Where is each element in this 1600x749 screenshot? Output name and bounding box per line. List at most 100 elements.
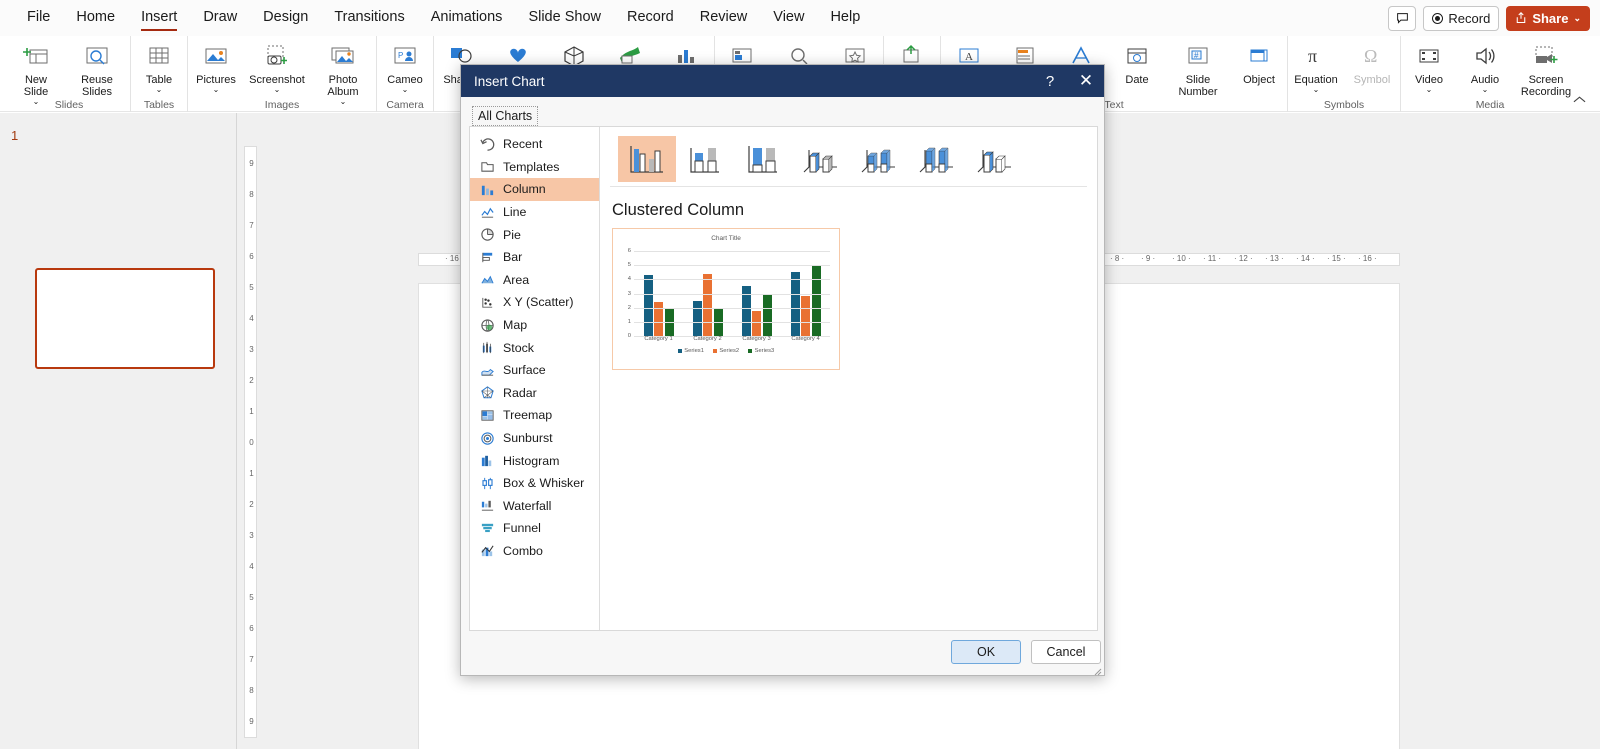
chevron-down-icon[interactable]: ⌄	[1313, 86, 1320, 94]
chevron-down-icon: ⌄	[1573, 13, 1581, 23]
ribbon-group-images: Pictures ⌄ Screenshot ⌄ Photo Album ⌄ Images	[187, 36, 376, 112]
chart-x-tick-label: Category 1	[644, 336, 673, 342]
horizontal-ruler-tick: · 16 ·	[1358, 254, 1377, 263]
chart-gridline	[634, 251, 830, 252]
horizontal-ruler-tick: · 15 ·	[1327, 254, 1346, 263]
chart-category-pie[interactable]: Pie	[470, 223, 599, 246]
chart-category-recent[interactable]: Recent	[470, 133, 599, 156]
vertical-ruler-tick: 1	[249, 407, 254, 416]
resize-grip[interactable]	[1092, 663, 1102, 676]
chart-category-box-whisker[interactable]: Box & Whisker	[470, 472, 599, 495]
chevron-down-icon[interactable]: ⌄	[274, 86, 281, 94]
ribbon-button-label: New Slide	[23, 74, 49, 98]
vertical-ruler-tick: 6	[249, 624, 254, 633]
ribbon-group-label: Images	[264, 99, 300, 111]
chart-category-radar[interactable]: Radar	[470, 382, 599, 405]
chart-category-label: Box & Whisker	[503, 476, 585, 491]
chart-category-stock[interactable]: Stock	[470, 336, 599, 359]
chart-subtype-3d-stacked-column[interactable]	[850, 136, 908, 182]
date-time-icon	[1124, 41, 1150, 71]
ribbon-tab-transitions[interactable]: Transitions	[321, 3, 417, 33]
ribbon-tab-home[interactable]: Home	[63, 3, 128, 33]
ribbon-tab-review[interactable]: Review	[687, 3, 761, 33]
slide-thumbnail-1[interactable]	[35, 268, 215, 369]
horizontal-ruler-tick: · 10 ·	[1172, 254, 1191, 263]
chart-category-combo[interactable]: Combo	[470, 540, 599, 563]
chart-bar	[703, 273, 712, 336]
help-button[interactable]: ?	[1032, 65, 1068, 97]
chart-subtype-clustered-column[interactable]	[618, 135, 676, 182]
ribbon-tab-draw[interactable]: Draw	[190, 3, 250, 33]
chart-category-bar[interactable]: Bar	[470, 246, 599, 269]
chart-category-sunburst[interactable]: Sunburst	[470, 427, 599, 450]
chart-category-line[interactable]: Line	[470, 201, 599, 224]
radar-chart-icon	[480, 385, 495, 400]
chart-subtype-strip[interactable]	[610, 131, 1087, 187]
record-button[interactable]: Record	[1423, 5, 1500, 31]
chart-category-label: Line	[503, 205, 527, 220]
ribbon-tab-design[interactable]: Design	[250, 3, 321, 33]
chart-legend-entry: Series3	[748, 348, 774, 354]
chart-y-tick-label: 0	[627, 333, 631, 339]
chart-subtype-100-percent-stacked-column[interactable]	[734, 136, 792, 182]
chart-category-treemap[interactable]: Treemap	[470, 404, 599, 427]
chart-category-funnel[interactable]: Funnel	[470, 517, 599, 540]
chevron-down-icon[interactable]: ⌄	[1426, 86, 1433, 94]
vertical-ruler-tick: 4	[249, 314, 254, 323]
chart-category-templates[interactable]: Templates	[470, 156, 599, 179]
chart-category-list[interactable]: Recent Templates Column Line Pie Bar Area X Y (…	[470, 127, 600, 630]
ribbon-tab-animations[interactable]: Animations	[418, 3, 516, 33]
chart-category-x-y-scatter[interactable]: X Y (Scatter)	[470, 291, 599, 314]
chart-category-column[interactable]: Column	[470, 178, 599, 201]
ribbon-group-label: Camera	[386, 99, 424, 111]
chart-category-area[interactable]: Area	[470, 269, 599, 292]
chevron-down-icon[interactable]: ⌄	[156, 86, 163, 94]
ribbon-tab-insert[interactable]: Insert	[128, 3, 190, 33]
tab-all-charts[interactable]: All Charts	[472, 106, 539, 126]
ribbon-group-camera: P Cameo ⌄ Camera	[376, 36, 433, 112]
chevron-down-icon[interactable]: ⌄	[213, 86, 220, 94]
ribbon-tab-file[interactable]: File	[14, 3, 63, 33]
video-icon	[1416, 41, 1442, 71]
equation-pi-icon: π	[1303, 41, 1329, 71]
vertical-ruler-tick: 8	[249, 190, 254, 199]
comments-button[interactable]	[1388, 5, 1417, 31]
collapse-ribbon-button[interactable]	[1573, 95, 1586, 107]
chart-subtype-3d-column[interactable]	[966, 136, 1024, 182]
close-button[interactable]: ✕	[1068, 65, 1104, 97]
chart-subtype-3d-100-percent-stacked-column[interactable]	[908, 136, 966, 182]
ribbon-group-label: Symbols	[1323, 99, 1365, 111]
chart-legend-swatch	[748, 349, 753, 353]
chart-gridline	[634, 265, 830, 267]
ok-button[interactable]: OK	[951, 640, 1021, 664]
title-bar-actions: Record Share ⌄	[1388, 0, 1590, 36]
chart-legend-swatch	[677, 349, 682, 353]
ribbon-tab-view[interactable]: View	[760, 3, 817, 33]
ribbon-tab-help[interactable]: Help	[817, 3, 873, 33]
chart-subtype-panel: Clustered Column Chart Title 6 5 4 3 2 1 0 Cat…	[600, 127, 1097, 630]
ribbon-tab-record[interactable]: Record	[614, 3, 687, 33]
chevron-down-icon[interactable]: ⌄	[402, 86, 409, 94]
chart-preview[interactable]: Chart Title 6 5 4 3 2 1 0 Category 1 Category 2…	[612, 228, 840, 370]
chart-category-surface[interactable]: Surface	[470, 359, 599, 382]
chart-plot-area: 6 5 4 3 2 1 0	[628, 248, 830, 339]
chart-subtype-3d-clustered-column[interactable]	[792, 136, 850, 182]
chart-gridline	[634, 293, 830, 295]
pictures-icon	[203, 41, 229, 71]
chart-category-label: Stock	[503, 340, 534, 355]
chevron-down-icon[interactable]: ⌄	[1482, 86, 1489, 94]
ribbon-group-symbols: π Equation ⌄ Ω Symbol Symbols	[1287, 36, 1400, 112]
ribbon-tab-slide-show[interactable]: Slide Show	[515, 3, 614, 33]
chart-y-tick-label: 5	[627, 262, 631, 269]
cancel-button[interactable]: Cancel	[1031, 640, 1101, 664]
sunburst-chart-icon	[480, 431, 495, 446]
chart-category-histogram[interactable]: Histogram	[470, 449, 599, 472]
vertical-ruler: 9 8 7 6 5 4 3 2 1 0 1 2 3 4 5 6 7 8 9	[244, 146, 257, 738]
preview-title: Clustered Column	[612, 201, 745, 219]
recent-icon	[480, 137, 495, 152]
chart-subtype-stacked-column[interactable]	[676, 136, 734, 182]
chart-bar	[752, 310, 761, 336]
share-button[interactable]: Share ⌄	[1506, 5, 1590, 31]
chart-category-waterfall[interactable]: Waterfall	[470, 495, 599, 518]
chart-category-map[interactable]: Map	[470, 314, 599, 337]
